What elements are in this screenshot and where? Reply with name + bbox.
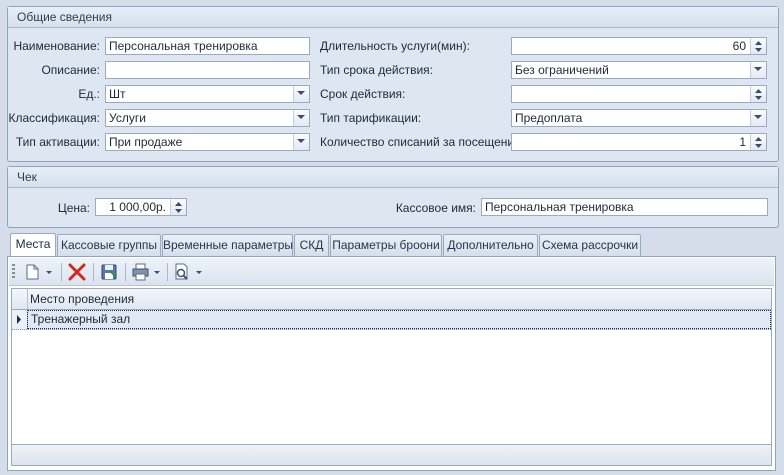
tab-time-params[interactable]: Временные параметры [162, 234, 293, 256]
current-row-arrow-icon [17, 315, 21, 324]
print-icon [132, 263, 160, 281]
spin-down-icon[interactable] [755, 96, 762, 100]
activation-label: Тип активации: [15, 135, 100, 149]
preview-icon [175, 263, 202, 280]
tariff-value: Предоплата [515, 111, 583, 125]
spin-up-icon[interactable] [755, 41, 762, 47]
writeoff-spin-buttons[interactable] [750, 134, 766, 150]
unit-value: Шт [109, 87, 126, 101]
tab-additional[interactable]: Дополнительно [443, 234, 538, 256]
term-type-dropdown-button[interactable] [750, 62, 766, 78]
description-field[interactable] [105, 61, 310, 79]
classification-dropdown-button[interactable] [293, 110, 309, 126]
delete-icon [68, 263, 86, 281]
tariff-select[interactable]: Предоплата [511, 109, 767, 127]
unit-select[interactable]: Шт [105, 85, 310, 103]
chevron-down-icon [297, 139, 305, 143]
table-cell[interactable]: Тренажерный зал [27, 310, 771, 329]
tab-cash-groups[interactable]: Кассовые группы [57, 234, 161, 256]
spin-down-icon[interactable] [175, 209, 182, 213]
term-type-label: Тип срока действия: [320, 63, 433, 77]
activation-value: При продаже [109, 135, 183, 149]
term-spin[interactable] [511, 85, 767, 103]
cashier-name-label: Кассовое имя: [395, 201, 476, 215]
tab-installment[interactable]: Схема рассрочки [539, 234, 641, 256]
description-label: Описание: [41, 63, 100, 77]
tab-booking-params[interactable]: Параметры броони [330, 234, 442, 256]
writeoff-spin[interactable]: 1 [511, 133, 767, 151]
grid-footer [12, 444, 771, 465]
classification-label: Классификация: [8, 111, 100, 125]
places-panel: Место проведения Тренажерный зал [7, 256, 776, 471]
toolbar-separator [61, 263, 62, 281]
row-indicator[interactable] [12, 310, 28, 329]
print-button[interactable] [130, 262, 162, 282]
tab-skd[interactable]: СКД [294, 234, 329, 256]
toolbar-separator [93, 263, 94, 281]
tariff-dropdown-button[interactable] [750, 110, 766, 126]
spin-up-icon[interactable] [175, 202, 182, 206]
price-label: Цена: [57, 201, 90, 215]
cashier-name-field[interactable]: Персональная тренировка [481, 198, 768, 216]
classification-select[interactable]: Услуги [105, 109, 310, 127]
receipt-group: Чек Цена: 1 000,00р. Кассовое имя: Персо… [7, 166, 779, 228]
tab-places[interactable]: Места [10, 233, 56, 257]
term-type-select[interactable]: Без ограничений [511, 61, 767, 79]
chevron-down-icon [754, 115, 762, 119]
term-spin-buttons[interactable] [750, 86, 766, 102]
delete-button[interactable] [66, 262, 88, 282]
duration-spin[interactable]: 60 [511, 37, 767, 55]
duration-spin-buttons[interactable] [750, 38, 766, 54]
tariff-label: Тип тарификации: [320, 111, 422, 125]
toolbar [9, 258, 774, 286]
unit-label: Ед.: [78, 87, 100, 101]
price-spin[interactable]: 1 000,00р. [95, 198, 187, 216]
chevron-down-icon [297, 91, 305, 95]
price-value: 1 000,00р. [109, 200, 166, 214]
name-label: Наименование: [13, 39, 100, 53]
receipt-title: Чек [8, 167, 778, 188]
general-info-title: Общие сведения [8, 7, 778, 28]
duration-value: 60 [732, 39, 746, 53]
writeoff-value: 1 [739, 135, 746, 149]
general-info-group: Общие сведения Наименование: Персональна… [7, 6, 779, 162]
grid-header: Место проведения [12, 289, 771, 310]
toolbar-separator [167, 263, 168, 281]
price-spin-buttons[interactable] [170, 199, 186, 215]
table-row[interactable]: Тренажерный зал [12, 310, 771, 330]
writeoff-label: Количество списаний за посещение: [320, 135, 525, 149]
activation-dropdown-button[interactable] [293, 134, 309, 150]
activation-select[interactable]: При продаже [105, 133, 310, 151]
chevron-down-icon [297, 115, 305, 119]
column-header-place[interactable]: Место проведения [30, 289, 134, 309]
name-field[interactable]: Персональная тренировка [105, 37, 310, 55]
new-document-icon [26, 264, 52, 280]
duration-label: Длительность услуги(мин): [320, 39, 470, 53]
save-button[interactable] [98, 262, 120, 282]
toolbar-separator [125, 263, 126, 281]
term-label: Срок действия: [320, 87, 406, 101]
toolbar-grip [12, 264, 15, 280]
unit-dropdown-button[interactable] [293, 86, 309, 102]
chevron-down-icon [754, 67, 762, 71]
spin-down-icon[interactable] [755, 48, 762, 54]
preview-button[interactable] [172, 262, 204, 282]
spin-down-icon[interactable] [755, 144, 762, 148]
spin-up-icon[interactable] [755, 89, 762, 93]
places-grid: Место проведения Тренажерный зал [11, 288, 772, 466]
classification-value: Услуги [109, 111, 146, 125]
spin-up-icon[interactable] [755, 137, 762, 141]
save-icon [101, 264, 117, 280]
new-button[interactable] [23, 262, 55, 282]
term-type-value: Без ограничений [515, 63, 609, 77]
grid-header-indicator [12, 289, 28, 309]
